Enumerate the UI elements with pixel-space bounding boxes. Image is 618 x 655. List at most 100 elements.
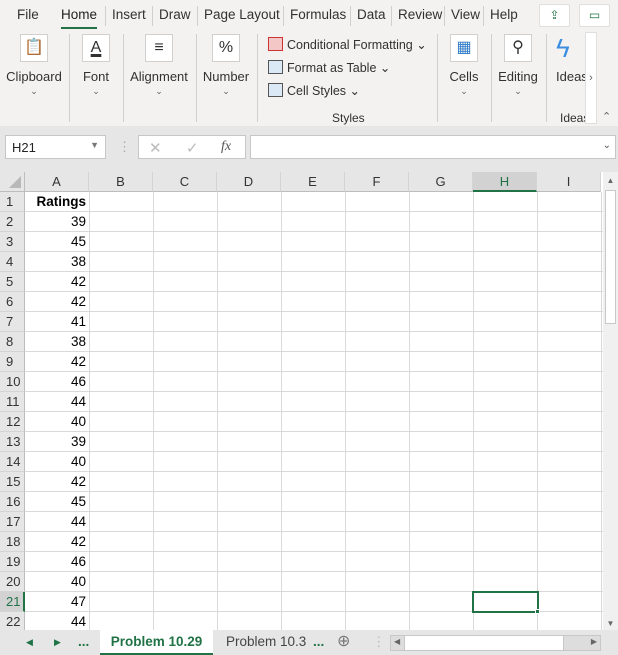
scroll-thumb[interactable] <box>404 636 564 650</box>
menu-data[interactable]: Data <box>357 7 386 22</box>
name-box[interactable]: H21 ▼ <box>5 135 106 159</box>
ribbon-scroll-right[interactable]: › <box>585 32 597 124</box>
row-header[interactable]: 16 <box>0 492 25 512</box>
spreadsheet-grid[interactable]: A B C D E F G H I 1 Ratings 2 39 3 45 4 38 5 42 6 42 7 41 8 38 9 4… <box>0 172 603 630</box>
cell-a14[interactable]: 40 <box>25 452 89 472</box>
row-header[interactable]: 21 <box>0 592 25 612</box>
font-button[interactable]: A Font ⌄ <box>75 34 117 97</box>
cell-a22[interactable]: 44 <box>25 612 89 630</box>
scroll-down-icon[interactable]: ▼ <box>603 619 618 628</box>
chevron-down-icon[interactable]: ▼ <box>90 140 99 150</box>
column-header-a[interactable]: A <box>25 172 89 192</box>
drag-handle-icon[interactable]: ⋮ <box>118 139 131 155</box>
row-header[interactable]: 10 <box>0 372 25 392</box>
share-button[interactable]: ⇪ <box>539 4 570 27</box>
row-header[interactable]: 22 <box>0 612 25 630</box>
row-header[interactable]: 8 <box>0 332 25 352</box>
cell-a6[interactable]: 42 <box>25 292 89 312</box>
row-header[interactable]: 4 <box>0 252 25 272</box>
row-header[interactable]: 17 <box>0 512 25 532</box>
alignment-button[interactable]: ≡ Alignment ⌄ <box>129 34 189 97</box>
prev-sheet-icon[interactable]: ◀ <box>26 630 33 655</box>
menu-help[interactable]: Help <box>490 7 518 22</box>
cell-a18[interactable]: 42 <box>25 532 89 552</box>
expand-formula-icon[interactable]: ⌄ <box>603 140 611 151</box>
cells-button[interactable]: ▦ Cells ⌄ <box>446 34 482 97</box>
cell-a16[interactable]: 45 <box>25 492 89 512</box>
menu-home[interactable]: Home <box>61 7 98 29</box>
cell-a5[interactable]: 42 <box>25 272 89 292</box>
enter-check-icon[interactable]: ✓ <box>186 139 199 157</box>
menu-review[interactable]: Review <box>398 7 442 22</box>
cell-a7[interactable]: 41 <box>25 312 89 332</box>
horizontal-scrollbar[interactable]: ◀ ▶ <box>390 635 601 651</box>
cell-styles-button[interactable]: Cell Styles ⌄ <box>268 83 360 98</box>
cell-a2[interactable]: 39 <box>25 212 89 232</box>
column-header-b[interactable]: B <box>89 172 153 192</box>
scroll-up-icon[interactable]: ▲ <box>603 176 618 185</box>
cell-a17[interactable]: 44 <box>25 512 89 532</box>
row-header[interactable]: 11 <box>0 392 25 412</box>
select-all-button[interactable] <box>0 172 25 192</box>
editing-button[interactable]: ⚲ Editing ⌄ <box>497 34 539 97</box>
menu-insert[interactable]: Insert <box>112 7 146 22</box>
column-header-g[interactable]: G <box>409 172 473 192</box>
row-header[interactable]: 20 <box>0 572 25 592</box>
number-button[interactable]: % Number ⌄ <box>202 34 250 97</box>
menu-file[interactable]: File <box>17 7 39 22</box>
menu-draw[interactable]: Draw <box>159 7 191 22</box>
row-header[interactable]: 13 <box>0 432 25 452</box>
row-header[interactable]: 2 <box>0 212 25 232</box>
cell-a19[interactable]: 46 <box>25 552 89 572</box>
row-header[interactable]: 12 <box>0 412 25 432</box>
row-header[interactable]: 15 <box>0 472 25 492</box>
row-header[interactable]: 6 <box>0 292 25 312</box>
cell-a1[interactable]: Ratings <box>25 192 89 212</box>
conditional-formatting-button[interactable]: Conditional Formatting ⌄ <box>268 37 427 52</box>
more-sheets-left[interactable]: ... <box>78 630 89 655</box>
cancel-icon[interactable]: ✕ <box>149 139 162 157</box>
sheet-tab-active[interactable]: Problem 10.29 <box>100 630 213 655</box>
cell-a4[interactable]: 38 <box>25 252 89 272</box>
clipboard-button[interactable]: 📋 Clipboard ⌄ <box>5 34 63 97</box>
row-header[interactable]: 14 <box>0 452 25 472</box>
more-sheets-right[interactable]: ... <box>313 630 324 655</box>
cell-a15[interactable]: 42 <box>25 472 89 492</box>
row-header[interactable]: 3 <box>0 232 25 252</box>
row-header[interactable]: 1 <box>0 192 25 212</box>
next-sheet-icon[interactable]: ▶ <box>54 630 61 655</box>
scroll-thumb[interactable] <box>605 190 616 324</box>
cell-a8[interactable]: 38 <box>25 332 89 352</box>
row-header[interactable]: 9 <box>0 352 25 372</box>
row-header[interactable]: 7 <box>0 312 25 332</box>
selected-cell-h21[interactable] <box>472 591 539 613</box>
cell-a21[interactable]: 47 <box>25 592 89 612</box>
column-header-h[interactable]: H <box>473 172 537 192</box>
cell-a13[interactable]: 39 <box>25 432 89 452</box>
fill-handle[interactable] <box>535 609 540 614</box>
row-header[interactable]: 19 <box>0 552 25 572</box>
cell-a10[interactable]: 46 <box>25 372 89 392</box>
column-header-i[interactable]: I <box>537 172 601 192</box>
formula-input[interactable]: ⌄ <box>250 135 616 159</box>
menu-formulas[interactable]: Formulas <box>290 7 346 22</box>
ideas-button[interactable]: ϟ Ideas <box>556 34 588 84</box>
comments-button[interactable]: ▭ <box>579 4 610 27</box>
scroll-left-icon[interactable]: ◀ <box>394 637 400 646</box>
column-header-f[interactable]: F <box>345 172 409 192</box>
menu-page-layout[interactable]: Page Layout <box>204 7 280 22</box>
column-header-d[interactable]: D <box>217 172 281 192</box>
scroll-right-icon[interactable]: ▶ <box>591 637 597 646</box>
insert-function-icon[interactable]: fx <box>221 139 231 155</box>
column-header-c[interactable]: C <box>153 172 217 192</box>
column-header-e[interactable]: E <box>281 172 345 192</box>
menu-view[interactable]: View <box>451 7 480 22</box>
cell-a3[interactable]: 45 <box>25 232 89 252</box>
cell-a20[interactable]: 40 <box>25 572 89 592</box>
splitter-icon[interactable]: ⋮ <box>372 630 386 655</box>
cell-a11[interactable]: 44 <box>25 392 89 412</box>
collapse-ribbon-icon[interactable]: ⌃ <box>602 110 611 123</box>
row-header[interactable]: 18 <box>0 532 25 552</box>
cell-a9[interactable]: 42 <box>25 352 89 372</box>
cell-a12[interactable]: 40 <box>25 412 89 432</box>
